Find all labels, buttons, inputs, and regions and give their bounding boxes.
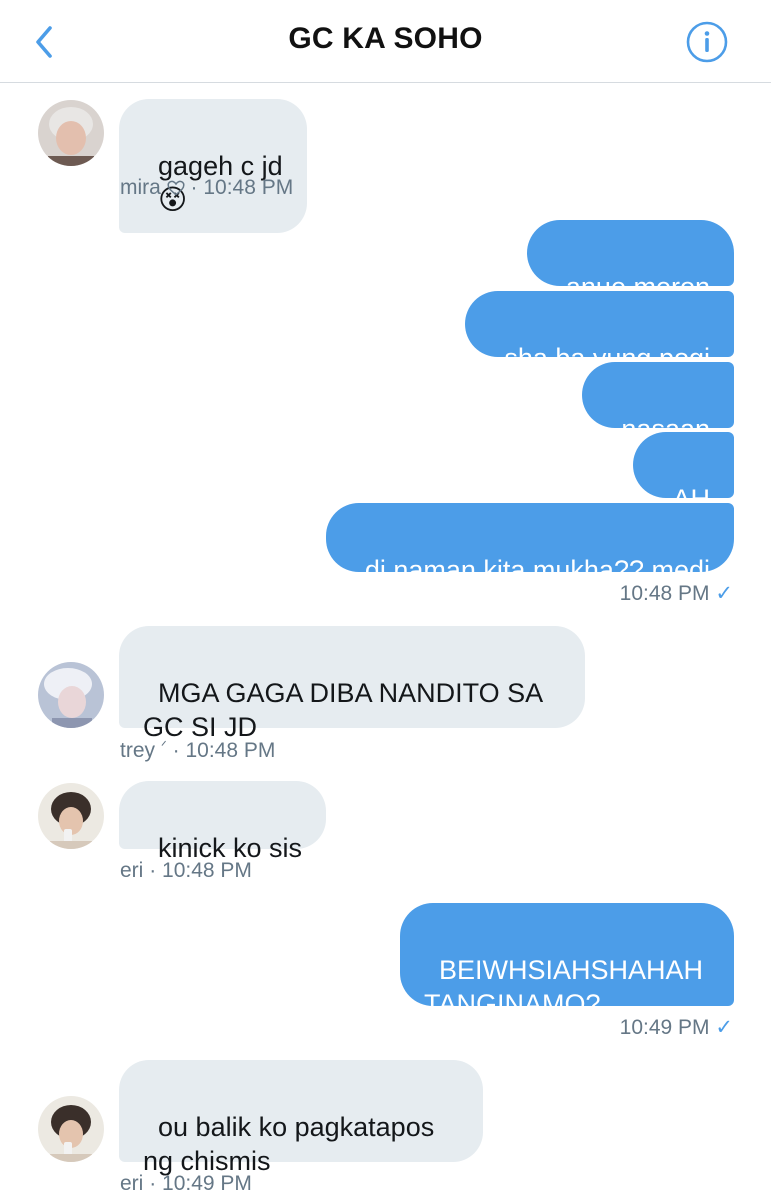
conversation-title: GC KA SOHO [288, 22, 483, 55]
message-time: · 10:48 PM [172, 739, 276, 762]
message-time: 10:49 PM [619, 1016, 710, 1039]
message-meta: 10:49 PM ✓ [620, 1015, 733, 1040]
message-bubble[interactable]: nasaan [582, 362, 734, 444]
avatar-mira[interactable] [38, 100, 104, 166]
message-meta: eri · 10:49 PM [120, 1172, 252, 1196]
message-time: · 10:49 PM [149, 1172, 252, 1195]
message-time: · 10:48 PM [190, 176, 294, 199]
sender-name[interactable]: eri [120, 1172, 143, 1195]
avatar-image [38, 1096, 104, 1162]
message-time: · 10:48 PM [149, 859, 252, 882]
conversation-header: GC KA SOHO [0, 0, 771, 83]
sender-name[interactable]: trey [120, 739, 155, 762]
message-bubble[interactable]: MGA GAGA DIBA NANDITO SA GC SI JD [119, 626, 585, 742]
avatar-image [38, 662, 104, 728]
message-time: 10:48 PM [619, 582, 710, 605]
message-text: MGA GAGA DIBA NANDITO SA GC SI JD [143, 678, 544, 742]
sender-name[interactable]: mira [120, 176, 161, 199]
message-bubble[interactable]: anue meron [526, 220, 734, 302]
sender-mark: ᐟ [160, 738, 167, 754]
message-bubble[interactable]: ou balik ko pagkatapos ng chismis [119, 1060, 483, 1176]
sent-check-icon: ✓ [715, 1016, 733, 1039]
avatar-trey[interactable] [38, 662, 104, 728]
message-bubble[interactable]: sha ba yung pogi [465, 291, 734, 373]
message-meta: mira · 10:48 PM [120, 176, 293, 200]
heart-icon [167, 180, 185, 196]
sender-name[interactable]: eri [120, 859, 143, 882]
message-bubble[interactable]: di naman kita mukha?? medj [325, 503, 734, 585]
message-meta: eri · 10:48 PM [120, 859, 252, 883]
message-bubble[interactable]: kinick ko sis [119, 781, 327, 863]
message-meta: trey ᐟ · 10:48 PM [120, 738, 275, 763]
message-bubble[interactable]: AH [633, 432, 734, 514]
info-icon [686, 21, 728, 63]
avatar-image [38, 783, 104, 849]
sent-check-icon: ✓ [715, 582, 733, 605]
message-meta: 10:48 PM ✓ [620, 581, 733, 606]
message-bubble[interactable]: gageh c jd 😵 [119, 99, 307, 233]
avatar-eri[interactable] [38, 783, 104, 849]
message-text: BEIWHSIAHSHAHAH TANGINAMO? [424, 955, 704, 1019]
message-text: ou balik ko pagkatapos ng chismis [143, 1112, 435, 1176]
message-bubble[interactable]: BEIWHSIAHSHAHAH TANGINAMO? [400, 903, 734, 1019]
avatar-image [38, 100, 104, 166]
info-button[interactable] [686, 21, 728, 63]
avatar-eri[interactable] [38, 1096, 104, 1162]
